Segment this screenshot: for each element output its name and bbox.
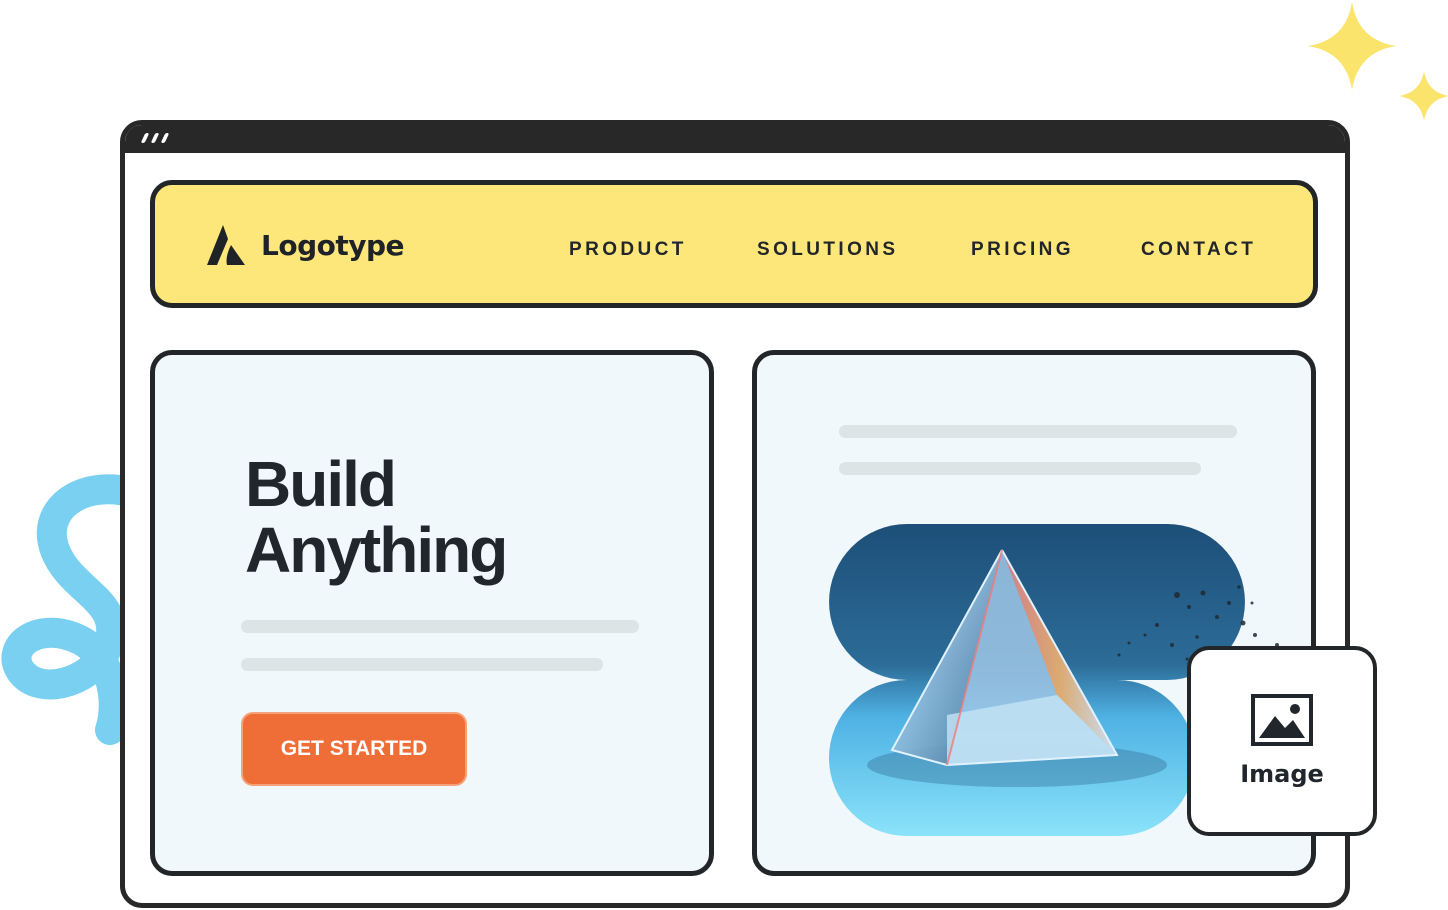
- logo[interactable]: Logotype: [205, 223, 405, 267]
- window-dot-icon: [160, 133, 170, 143]
- nav-item-solutions[interactable]: SOLUTIONS: [757, 239, 898, 261]
- window-dot-icon: [140, 133, 150, 143]
- headline-line-2: Anything: [245, 514, 508, 586]
- sparkle-small-icon: [1399, 71, 1448, 121]
- nav-item-product[interactable]: PRODUCT: [569, 239, 687, 261]
- window-dot-icon: [150, 133, 160, 143]
- window-titlebar: [125, 125, 1345, 153]
- image-block-badge[interactable]: Image: [1187, 646, 1377, 836]
- get-started-button[interactable]: GET STARTED: [241, 712, 467, 786]
- image-badge-label: Image: [1240, 760, 1324, 788]
- sparkle-large-icon: [1308, 2, 1396, 90]
- logo-text: Logotype: [261, 228, 405, 262]
- hero-card: Build Anything GET STARTED: [150, 350, 714, 876]
- nav-item-pricing[interactable]: PRICING: [971, 239, 1074, 261]
- scribble-decoration: [1, 474, 140, 745]
- text-placeholder-line: [241, 658, 603, 671]
- text-placeholder-line: [241, 620, 639, 633]
- window-controls[interactable]: [140, 133, 170, 143]
- logo-mark-icon: [207, 225, 245, 265]
- nav-item-contact[interactable]: CONTACT: [1141, 239, 1256, 261]
- headline-line-1: Build: [245, 448, 397, 520]
- hero-headline: Build Anything: [245, 448, 508, 586]
- site-navbar: Logotype PRODUCT SOLUTIONS PRICING CONTA…: [150, 180, 1318, 308]
- image-icon: [1251, 694, 1313, 746]
